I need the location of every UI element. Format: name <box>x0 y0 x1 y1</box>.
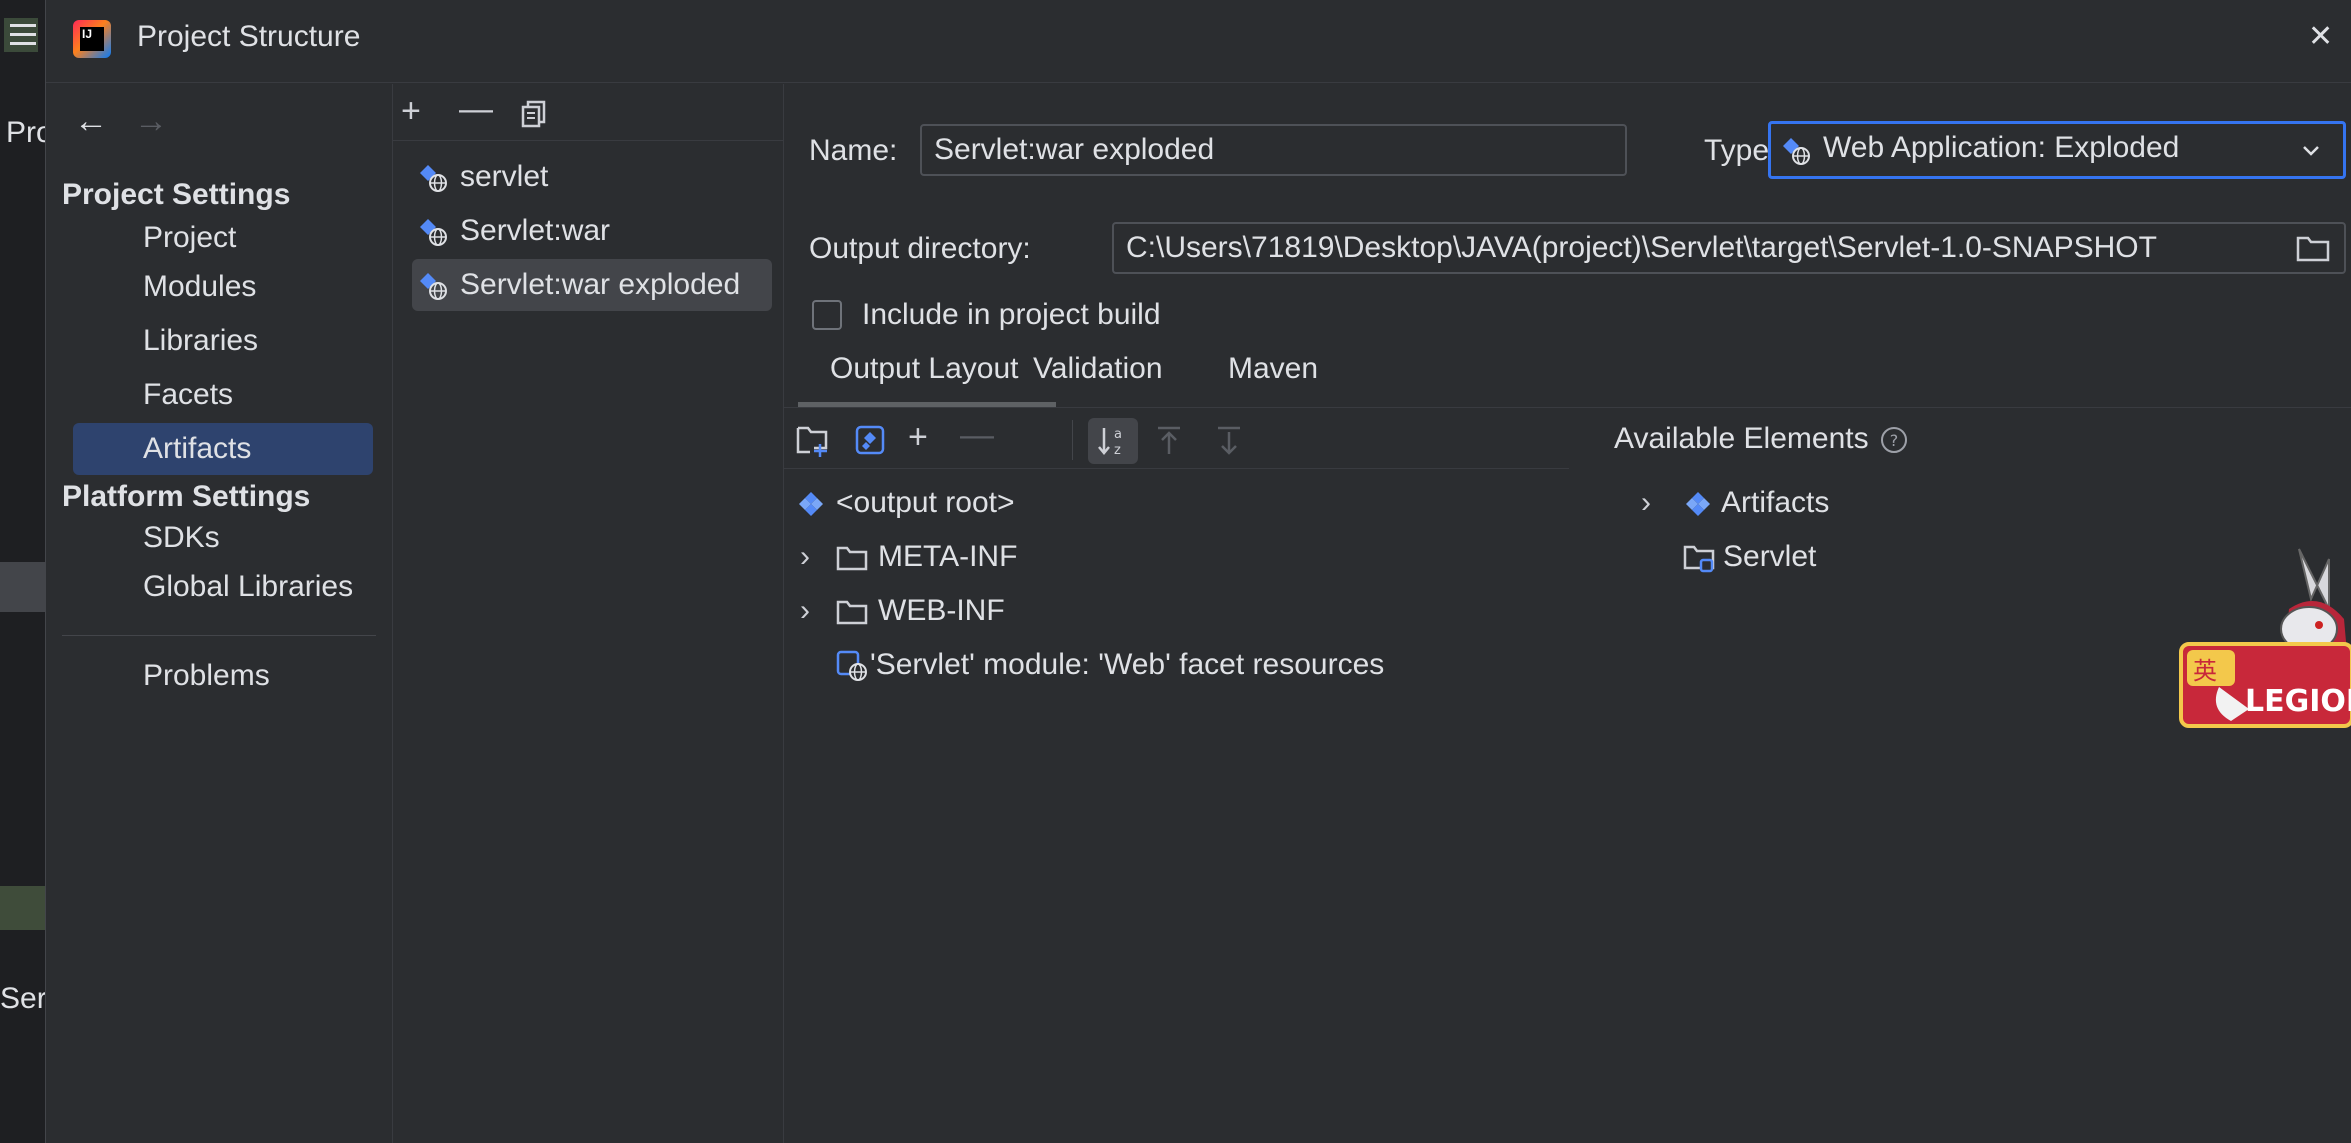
nav-item-artifacts[interactable]: Artifacts <box>73 423 373 475</box>
mascot-sticker-overlay: 英 LEGION <box>2179 539 2351 769</box>
svg-text:?: ? <box>1890 431 1899 450</box>
copy-icon[interactable] <box>521 100 547 133</box>
extract-artifact-icon[interactable] <box>854 424 886 456</box>
settings-navigation: ← → Project Settings Project Modules Lib… <box>46 84 393 1143</box>
chevron-right-icon[interactable]: › <box>1641 483 1651 523</box>
type-label: Type: <box>1704 134 1778 167</box>
tree-label: Artifacts <box>1721 486 1830 519</box>
tab-output-layout[interactable]: Output Layout <box>830 352 1018 386</box>
ide-project-label: Pro <box>6 116 45 149</box>
artifact-label: Servlet:war exploded <box>460 268 741 301</box>
project-structure-dialog: IJ Project Structure ✕ ← → Project Setti… <box>45 0 2351 1143</box>
artifact-icon <box>1686 492 1710 517</box>
nav-item-modules[interactable]: Modules <box>73 261 373 313</box>
sort-elements-button[interactable]: az <box>1088 418 1138 464</box>
title-bar: IJ Project Structure ✕ <box>46 0 2351 83</box>
type-value: Web Application: Exploded <box>1823 131 2180 164</box>
browse-folder-icon[interactable] <box>2296 234 2330 262</box>
dialog-title: Project Structure <box>137 20 361 53</box>
tree-toolbar-divider <box>784 468 1569 469</box>
artifact-item-servlet-war[interactable]: Servlet:war <box>412 205 772 257</box>
nav-item-problems[interactable]: Problems <box>73 650 373 702</box>
project-settings-header: Project Settings <box>62 178 291 211</box>
artifact-list-panel: + — servlet Servlet:war Servlet:war expl… <box>393 84 784 1143</box>
platform-settings-header: Platform Settings <box>62 480 311 513</box>
artifact-label: servlet <box>460 160 549 193</box>
name-label: Name: <box>809 134 898 167</box>
badge-char: 英 <box>2193 657 2217 685</box>
tree-label: 'Servlet' module: 'Web' facet resources <box>870 648 1385 681</box>
web-facet-icon <box>836 650 867 682</box>
folder-icon <box>836 600 868 625</box>
brand-text: LEGION <box>2245 684 2351 719</box>
output-directory-field[interactable]: C:\Users\71819\Desktop\JAVA(project)\Ser… <box>1112 222 2346 274</box>
chevron-right-icon[interactable]: › <box>800 591 810 631</box>
toolbar-separator <box>1072 420 1073 460</box>
artifact-icon <box>798 491 824 518</box>
chevron-down-icon <box>2303 146 2319 156</box>
web-artifact-icon <box>420 165 447 192</box>
tree-label: <output root> <box>836 486 1015 519</box>
artifact-item-servlet[interactable]: servlet <box>412 151 772 203</box>
output-directory-label: Output directory: <box>809 232 1031 265</box>
back-arrow-icon[interactable]: ← <box>74 104 108 138</box>
module-folder-icon <box>1683 545 1715 573</box>
move-up-icon[interactable] <box>1154 424 1184 456</box>
available-elements-label: Available Elements <box>1614 422 1869 455</box>
sort-alphabetically-icon: az <box>1098 427 1122 458</box>
remove-icon[interactable]: — <box>459 92 493 126</box>
tree-row-output-root[interactable]: <output root> <box>796 483 1014 523</box>
add-element-icon[interactable]: + <box>908 420 928 454</box>
tree-label: WEB-INF <box>878 594 1005 627</box>
web-artifact-icon <box>420 273 447 300</box>
tab-maven[interactable]: Maven <box>1228 352 1318 386</box>
ide-services-label: Serv <box>0 982 45 1015</box>
artifact-toolbar: + — <box>393 84 783 141</box>
available-item-artifacts[interactable]: Artifacts <box>1683 483 1829 523</box>
include-in-build-checkbox[interactable] <box>812 300 842 330</box>
svg-text:z: z <box>1114 443 1121 458</box>
nav-item-project[interactable]: Project <box>73 212 373 264</box>
ide-selected-row <box>0 562 45 612</box>
tree-row-web-inf[interactable]: WEB-INF <box>836 591 1005 631</box>
close-icon[interactable]: ✕ <box>2308 22 2333 52</box>
add-icon[interactable]: + <box>401 94 421 128</box>
ide-status-row <box>0 886 45 930</box>
nav-item-facets[interactable]: Facets <box>73 369 373 421</box>
ide-background-strip: Pro Serv <box>0 0 45 1143</box>
create-directory-icon[interactable] <box>796 424 832 458</box>
chevron-right-icon[interactable]: › <box>800 537 810 577</box>
artifact-item-servlet-war-exploded[interactable]: Servlet:war exploded <box>412 259 772 311</box>
tab-validation[interactable]: Validation <box>1033 352 1163 386</box>
nav-item-libraries[interactable]: Libraries <box>73 315 373 367</box>
intellij-logo-icon: IJ <box>73 20 111 58</box>
artifact-editor: Name: Servlet:war exploded Type: Web App… <box>784 84 2351 1143</box>
forward-arrow-icon[interactable]: → <box>134 104 168 138</box>
include-in-build-label: Include in project build <box>862 298 1161 331</box>
folder-icon <box>836 546 868 571</box>
move-down-icon[interactable] <box>1214 424 1244 456</box>
name-field[interactable]: Servlet:war exploded <box>920 124 1627 176</box>
tree-row-web-facet-resources[interactable]: 'Servlet' module: 'Web' facet resources <box>836 645 1384 685</box>
tree-row-meta-inf[interactable]: META-INF <box>836 537 1017 577</box>
tree-label: Servlet <box>1723 540 1817 573</box>
nav-divider <box>62 635 376 636</box>
web-artifact-icon <box>1783 138 1810 165</box>
web-artifact-icon <box>420 219 447 246</box>
help-icon[interactable]: ? <box>1879 425 1909 455</box>
tabs-divider <box>784 407 2351 408</box>
available-elements-header: Available Elements ? <box>1614 422 1909 456</box>
remove-element-icon[interactable]: — <box>960 418 994 452</box>
artifact-label: Servlet:war <box>460 214 611 247</box>
nav-item-global-libraries[interactable]: Global Libraries <box>73 561 373 613</box>
nav-item-sdks[interactable]: SDKs <box>73 512 373 564</box>
tree-label: META-INF <box>878 540 1018 573</box>
type-select[interactable]: Web Application: Exploded <box>1768 121 2346 179</box>
svg-text:a: a <box>1114 427 1122 442</box>
main-menu-icon[interactable] <box>4 18 38 52</box>
available-item-servlet[interactable]: Servlet <box>1683 537 1816 577</box>
